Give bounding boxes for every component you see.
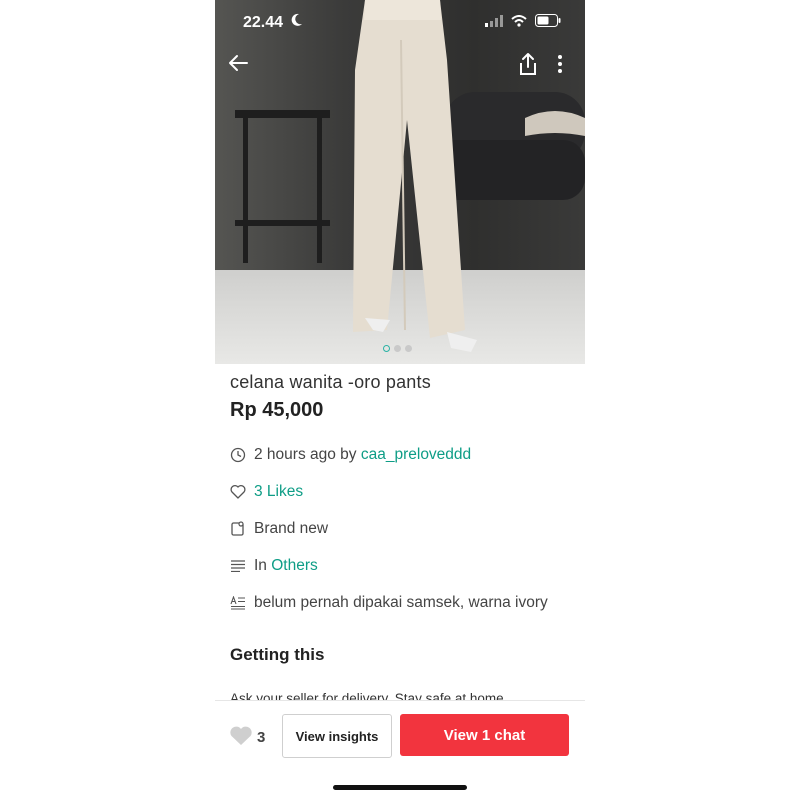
text-description-icon: [230, 595, 246, 611]
gallery-dot[interactable]: [405, 345, 412, 352]
description-row: belum pernah dipakai samsek, warna ivory: [230, 584, 570, 621]
status-time: 22.44: [243, 14, 284, 31]
back-arrow-icon[interactable]: [227, 52, 249, 78]
product-photo[interactable]: 22.44: [215, 0, 585, 364]
wifi-icon: [511, 14, 527, 32]
moon-icon: [291, 13, 303, 32]
status-bar: 22.44: [215, 10, 585, 38]
gallery-dot[interactable]: [383, 345, 390, 352]
seller-link[interactable]: caa_preloveddd: [361, 446, 471, 464]
list-icon: [230, 558, 246, 574]
gallery-page-indicator: [383, 345, 412, 352]
bottom-action-bar: 3 View insights View 1 chat: [215, 700, 585, 771]
category-link[interactable]: Others: [271, 557, 318, 575]
clock-icon: [230, 447, 246, 463]
more-options-icon[interactable]: [557, 54, 563, 78]
heart-outline-icon[interactable]: [230, 484, 246, 500]
share-icon[interactable]: [517, 52, 539, 80]
condition-text: Brand new: [254, 519, 329, 537]
likes-row: 3 Likes: [230, 473, 570, 510]
cellular-signal-icon: [485, 14, 503, 32]
status-icons: [485, 14, 561, 32]
category-prefix: In: [254, 556, 272, 574]
like-button[interactable]: 3: [229, 725, 265, 750]
view-chat-button[interactable]: View 1 chat: [400, 714, 569, 756]
posted-row: 2 hours ago by caa_preloveddd: [230, 436, 570, 473]
tag-icon: [230, 521, 246, 537]
heart-filled-icon: [229, 725, 253, 750]
posted-time: 2 hours ago by: [254, 445, 361, 463]
gallery-dot[interactable]: [394, 345, 401, 352]
likes-link[interactable]: 3 Likes: [254, 483, 303, 501]
listing-price: Rp 45,000: [230, 399, 324, 421]
description-text: belum pernah dipakai samsek, warna ivory: [254, 593, 548, 611]
home-indicator: [333, 785, 467, 790]
view-insights-button[interactable]: View insights: [282, 714, 392, 758]
like-count: 3: [257, 729, 266, 746]
getting-this-title: Getting this: [230, 645, 325, 664]
listing-title: celana wanita -oro pants: [230, 372, 431, 392]
battery-icon: [535, 14, 561, 32]
category-row: In Others: [230, 547, 570, 584]
condition-row: Brand new: [230, 510, 570, 547]
phone-screen: 22.44 celana wanita -oro pants Rp 45,000…: [215, 0, 585, 800]
listing-details: celana wanita -oro pants Rp 45,000 2 hou…: [230, 372, 570, 706]
